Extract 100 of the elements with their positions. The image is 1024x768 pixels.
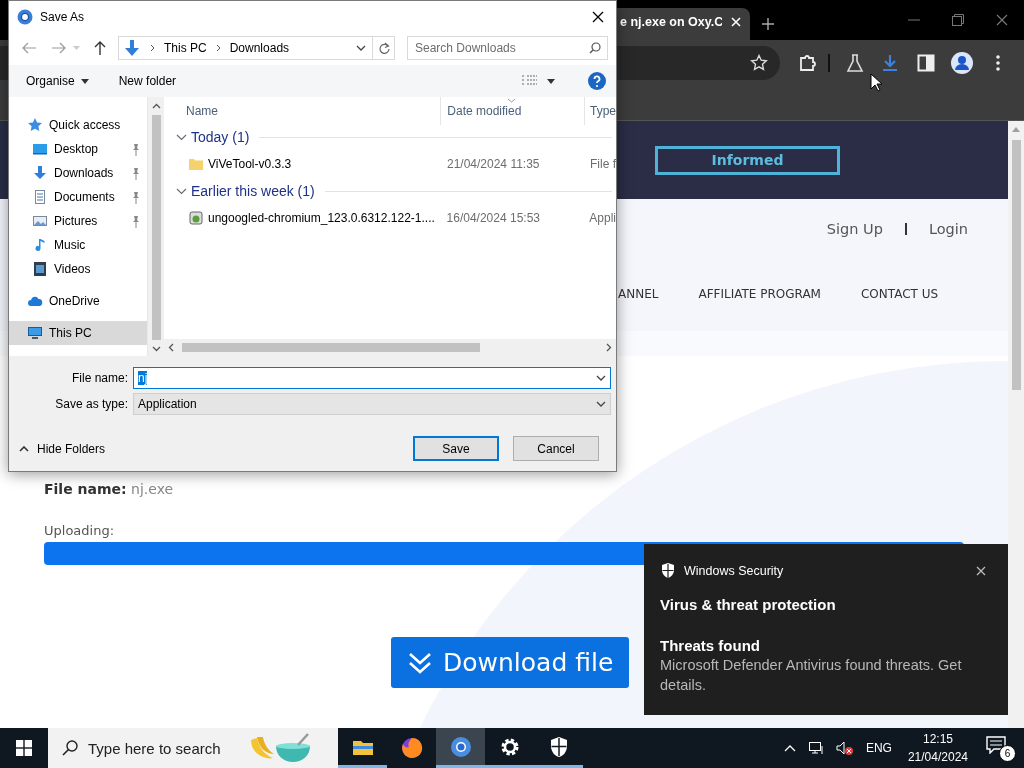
mouse-pointer-icon [870,73,882,92]
notification-body: Microsoft Defender Antivirus found threats. Get details. [660,656,963,695]
clock[interactable]: 12:15 21/04/2024 [907,732,968,764]
sidebar-icon[interactable] [917,53,935,72]
nav-pane-item[interactable]: Videos [9,257,147,281]
chevron-right-icon [150,44,155,52]
search-field[interactable]: Search Downloads [407,36,608,60]
login-link[interactable]: Login [928,221,968,237]
file-type: File f [590,157,616,171]
chevron-down-icon [176,187,187,195]
sign-up-link[interactable]: Sign Up [826,221,883,237]
nav-link[interactable]: CONTACT US [860,287,939,301]
back-arrow-icon[interactable] [22,42,36,54]
search-input[interactable]: Search Downloads [415,41,589,55]
app-name: Windows Security [684,563,784,578]
restore-icon[interactable] [952,14,964,26]
flask-icon[interactable] [846,52,864,73]
download-arrow-icon [32,165,48,181]
network-icon[interactable] [807,741,824,755]
sort-caret-icon [507,98,517,103]
chevron-up-icon[interactable] [783,744,796,752]
breadcrumb-item[interactable]: Downloads [229,41,290,55]
nav-pane-item[interactable]: Downloads [9,161,147,185]
monitor-icon [27,325,43,341]
windows-logo-icon[interactable] [16,740,32,756]
nav-pane-item[interactable]: Pictures [9,209,147,233]
breadcrumb-item[interactable]: This PC [164,41,207,55]
notification-count: 6 [999,745,1016,762]
nav-pane-item[interactable]: This PC [9,321,147,345]
file-name[interactable]: ungoogled-chromium_123.0.6312.122-1.... [208,211,435,225]
file-name-field[interactable]: nj [133,367,611,389]
nav-link[interactable]: ANNEL [618,287,659,301]
avatar-icon[interactable] [951,51,973,74]
film-icon [32,261,48,277]
informed-button[interactable]: Informed [655,145,840,175]
close-icon[interactable] [591,10,605,24]
cancel-button[interactable]: Cancel [513,436,599,461]
application-icon [188,210,204,226]
download-file-button[interactable]: Download file [391,637,630,688]
scrollbar-thumb[interactable] [151,115,161,340]
close-icon[interactable] [976,565,986,576]
speech-bubble-icon [986,736,1006,754]
up-arrow-icon[interactable] [94,41,106,55]
address-bar[interactable]: This PC Downloads [118,36,373,60]
fox-globe-icon [399,736,424,760]
browser-icon [448,734,473,759]
music-note-icon [32,237,48,253]
folder-icon [188,156,204,172]
nav-pane-item[interactable]: Quick access [9,113,147,137]
field-label: File name: [70,371,128,385]
chevron-right-icon [215,44,221,52]
document-icon [32,189,48,205]
group-header[interactable]: Earlier this week (1) [191,183,315,199]
group-header[interactable]: Today (1) [191,129,250,145]
search-input[interactable]: Type here to search [88,739,238,757]
caret-up-icon [19,445,29,452]
save-button[interactable]: Save [413,436,499,461]
menu-icon[interactable] [996,54,1000,71]
download-arrow-icon [123,39,141,57]
save-type-dropdown[interactable]: Application [133,393,611,415]
scrollbar-thumb[interactable] [182,343,480,352]
window-title: Save As [40,10,85,24]
column-header[interactable]: Date modified [447,104,522,118]
uploading-label: Uploading: [44,523,115,538]
nav-pane-item[interactable]: Music [9,233,147,257]
hide-folders-button[interactable]: Hide Folders [19,441,106,456]
star-icon[interactable] [750,53,768,72]
field-label: Save as type: [54,397,128,411]
chevron-down-icon[interactable] [356,45,366,51]
desktop-icon [32,141,48,157]
puzzle-icon[interactable] [798,52,818,73]
refresh-button[interactable] [373,36,395,60]
language-indicator[interactable]: ENG [865,741,892,755]
forward-arrow-icon[interactable] [52,42,66,54]
notification-center-button[interactable]: 6 [986,733,1016,763]
file-date: 16/04/2024 15:53 [446,211,540,225]
file-name-text: File name: nj.exe [44,481,174,497]
refresh-icon [377,41,390,55]
search-icon [62,740,78,756]
nav-pane-item[interactable]: OneDrive [9,289,147,313]
column-header[interactable]: Type [590,104,616,118]
nav-pane-item[interactable]: Documents [9,185,147,209]
file-name[interactable]: ViVeTool-v0.3.3 [208,157,292,171]
organise-menu-button[interactable]: Organise [18,72,97,90]
chevron-down-icon [176,133,187,141]
nav-link[interactable]: AFFILIATE PROGRAM [698,287,821,301]
scrollbar-thumb[interactable] [1011,140,1021,390]
muted-speaker-icon[interactable] [835,741,854,755]
download-icon[interactable] [880,52,900,73]
plus-icon[interactable] [762,18,774,30]
nav-pane-item[interactable]: Desktop [9,137,147,161]
picture-icon [32,213,48,229]
new-folder-button[interactable]: New folder [110,72,185,90]
column-header[interactable]: Name [186,104,218,118]
double-chevron-down-icon [407,650,433,675]
chevron-down-icon [596,401,606,407]
notification-heading: Threats found [660,637,761,654]
help-icon[interactable] [588,72,606,90]
star-icon [27,117,43,133]
shield-icon [660,562,676,579]
